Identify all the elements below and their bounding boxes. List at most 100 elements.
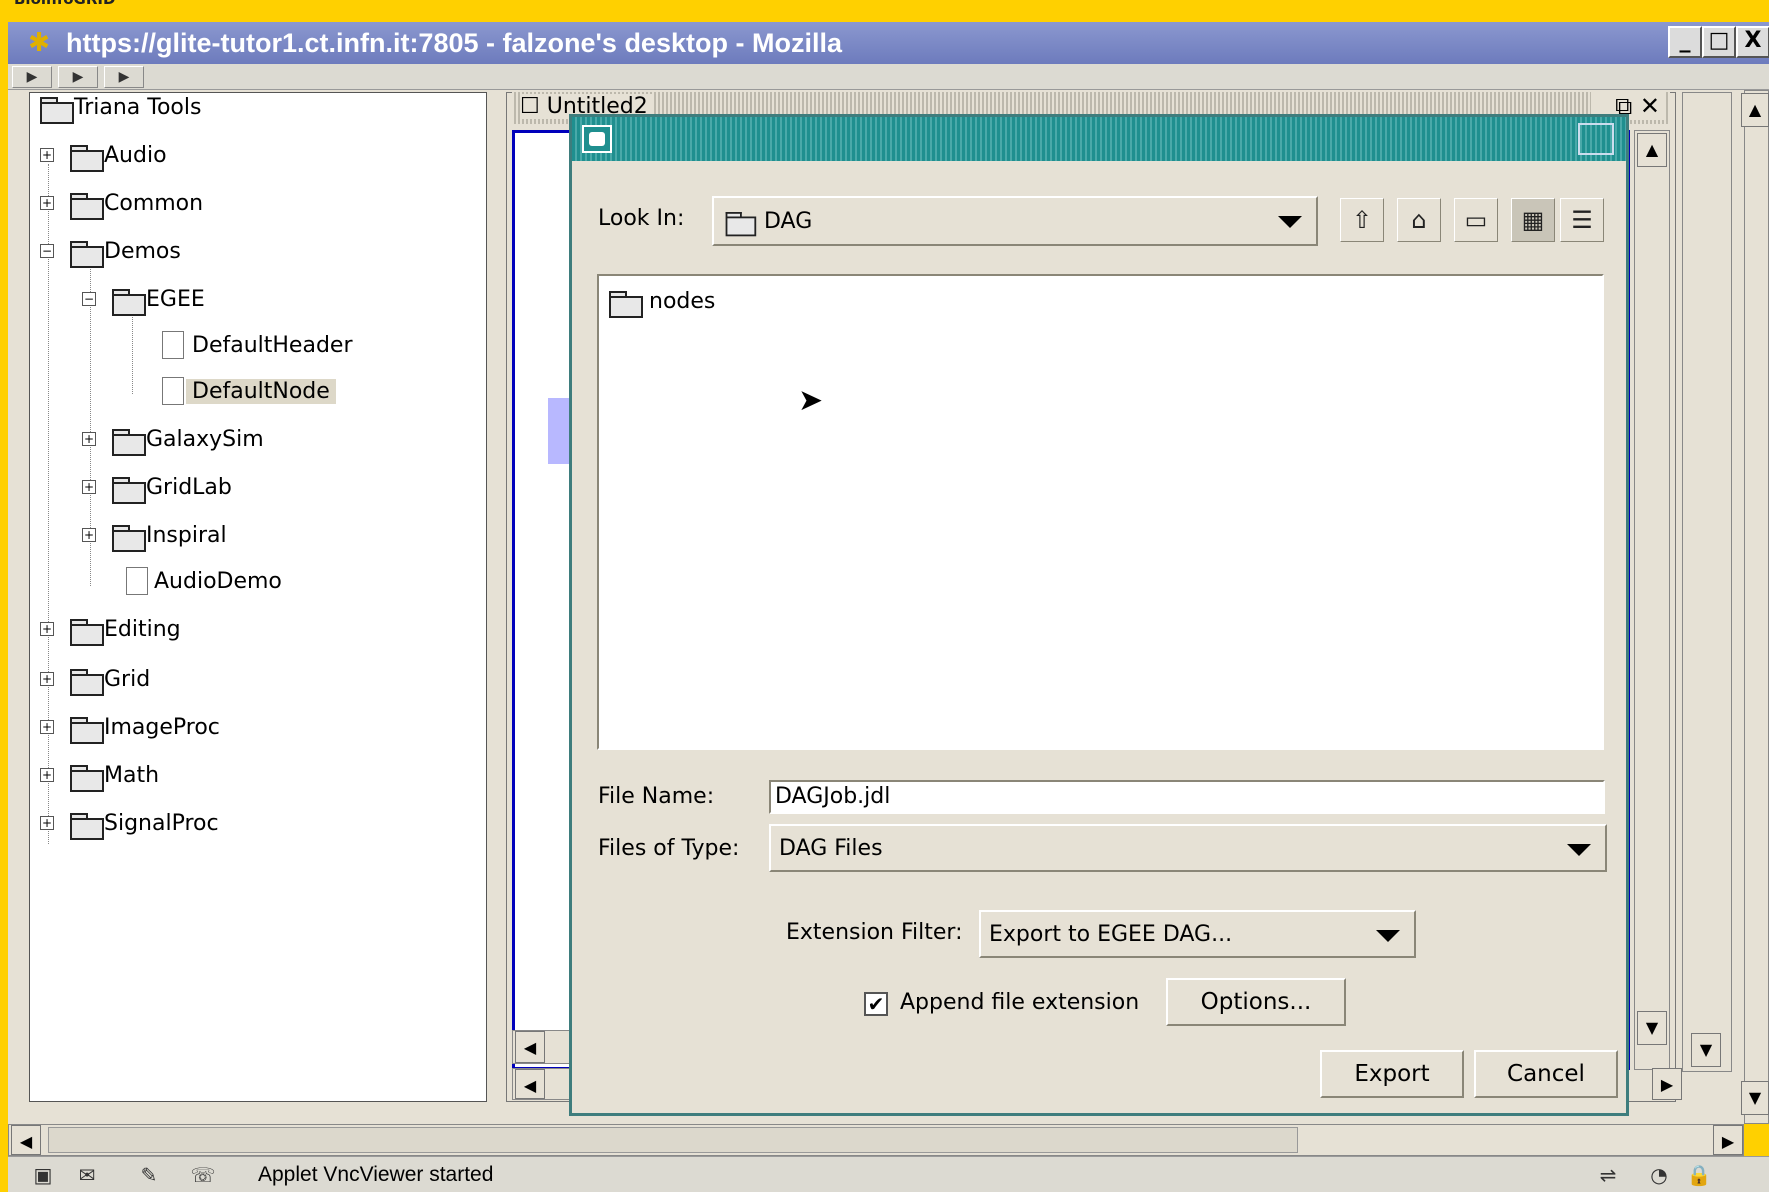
collapse-icon[interactable]: − [82,292,96,306]
tree-item-label: ImageProc [104,714,220,740]
tree-root[interactable]: Triana Tools [38,92,201,124]
maximize-button[interactable]: □ [1702,26,1736,58]
outer-hscroll[interactable]: ◀ [512,1068,572,1100]
file-list[interactable]: nodes [597,274,1604,750]
mozilla-icon: ✱ [28,28,50,58]
scroll-right-icon[interactable]: ▶ [1652,1068,1682,1100]
file-name-label: File Name: [598,784,715,809]
browser-vscroll[interactable]: ▲ ▼ [1741,90,1769,1124]
list-view-icon[interactable]: ▦ [1511,198,1555,242]
scroll-up-icon[interactable]: ▲ [1637,133,1667,167]
status-text: Applet VncViewer started [258,1163,494,1186]
files-of-type-select[interactable]: DAG Files [769,824,1607,872]
scroll-left-icon[interactable]: ◀ [515,1069,545,1099]
extension-filter-label: Extension Filter: [786,920,963,945]
tree-item-label: Audio [104,142,167,168]
append-extension-label: Append file extension [900,990,1140,1015]
folder-icon [724,209,757,237]
tree-item-editing[interactable]: + Editing [40,614,181,646]
toolbar-arrow-icon[interactable]: ▶ [12,66,52,88]
tree-item-label: GridLab [146,474,232,500]
list-item[interactable]: nodes [607,286,715,318]
folder-icon [68,238,104,268]
connection-icon: ⇌ [1599,1163,1617,1187]
up-folder-icon[interactable]: ⇧ [1340,198,1384,242]
tree-item-label: Common [104,190,204,216]
extension-filter-select[interactable]: Export to EGEE DAG... [979,910,1416,958]
tree-item-grid[interactable]: + Grid [40,664,151,696]
expand-icon[interactable]: + [40,148,54,162]
dialog-title-bar[interactable] [572,117,1626,161]
collapse-icon[interactable]: − [40,244,54,258]
toolbar-arrow-icon[interactable]: ▶ [58,66,98,88]
dialog-maximize-icon[interactable] [1578,123,1614,155]
close-button[interactable]: X [1736,26,1769,58]
expand-icon[interactable]: + [40,816,54,830]
tree-item-defaultnode[interactable]: DefaultNode [160,376,336,406]
expand-icon[interactable]: + [40,196,54,210]
tree-item-defaultheader[interactable]: DefaultHeader [160,330,353,360]
expand-icon[interactable]: + [40,768,54,782]
tree-item-math[interactable]: + Math [40,760,160,792]
expand-icon[interactable]: + [40,672,54,686]
scroll-left-icon[interactable]: ◀ [11,1125,41,1155]
expand-icon[interactable]: + [40,622,54,636]
file-name-field[interactable]: DAGJob.jdl [769,780,1605,814]
expand-icon[interactable]: + [82,432,96,446]
status-bar: ▣ ✉ ✎ ☏ Applet VncViewer started ⇌ ◔ 🔒 [8,1156,1769,1192]
minimize-button[interactable]: _ [1668,26,1702,58]
composer-icon[interactable]: ✎ [134,1161,164,1189]
look-in-select[interactable]: DAG [712,196,1318,246]
new-folder-icon[interactable]: ▭ [1454,198,1498,242]
folder-icon [68,190,104,220]
scroll-thumb[interactable] [48,1127,1298,1153]
scroll-right-icon[interactable]: ▶ [1713,1125,1743,1155]
tree-item-galaxysim[interactable]: + GalaxySim [82,424,264,456]
canvas-unit[interactable] [548,398,570,464]
tree-item-label: GalaxySim [146,426,264,452]
scroll-left-icon[interactable]: ◀ [515,1031,545,1063]
outer-vscroll[interactable]: ▼ [1682,92,1732,1072]
tree-item-audiodemo[interactable]: AudioDemo [124,566,282,596]
toolbar-arrow-icon[interactable]: ▶ [104,66,144,88]
extension-filter-value: Export to EGEE DAG... [989,921,1233,947]
tree-item-audio[interactable]: + Audio [40,140,167,172]
scroll-up-icon[interactable]: ▲ [1741,93,1769,127]
canvas-vscroll[interactable]: ▲ ▼ [1634,130,1670,1070]
chevron-down-icon [1278,216,1302,228]
browser-title-bar[interactable]: ✱ https://glite-tutor1.ct.infn.it:7805 -… [8,22,1769,64]
tree-item-label: Editing [104,616,181,642]
tree-item-label: Math [104,762,160,788]
folder-icon [110,426,146,456]
tree-item-imageproc[interactable]: + ImageProc [40,712,220,744]
security-icon: ◔ [1650,1163,1668,1187]
tree-item-signalproc[interactable]: + SignalProc [40,808,219,840]
options-button[interactable]: Options... [1166,978,1346,1026]
tree-item-common[interactable]: + Common [40,188,204,220]
tree-item-inspiral[interactable]: + Inspiral [82,520,227,552]
top-strip-label: BioinfoGRID [14,0,115,8]
tree-item-demos[interactable]: − Demos [40,236,181,268]
scroll-down-icon[interactable]: ▼ [1637,1011,1667,1045]
tree-item-label-selected: DefaultNode [186,378,336,404]
scroll-down-icon[interactable]: ▼ [1691,1033,1721,1067]
home-icon[interactable]: ⌂ [1397,198,1441,242]
dialog-menu-icon[interactable] [582,125,612,153]
append-extension-checkbox[interactable]: ✔ [864,992,888,1016]
navigator-icon[interactable]: ▣ [28,1161,58,1189]
expand-icon[interactable]: + [82,480,96,494]
mail-icon[interactable]: ✉ [72,1161,102,1189]
expand-icon[interactable]: + [40,720,54,734]
canvas-hscroll[interactable]: ◀ [512,1030,572,1064]
files-of-type-label: Files of Type: [598,836,740,861]
cancel-button[interactable]: Cancel [1474,1050,1618,1098]
scroll-down-icon[interactable]: ▼ [1741,1081,1769,1115]
tree-item-gridlab[interactable]: + GridLab [82,472,232,504]
details-view-icon[interactable]: ☰ [1560,198,1604,242]
top-strip: BioinfoGRID [0,0,1769,14]
tree-item-label: Grid [104,666,151,692]
export-button[interactable]: Export [1320,1050,1464,1098]
expand-icon[interactable]: + [82,528,96,542]
tree-item-egee[interactable]: − EGEE [82,284,205,316]
address-book-icon[interactable]: ☏ [188,1161,218,1189]
